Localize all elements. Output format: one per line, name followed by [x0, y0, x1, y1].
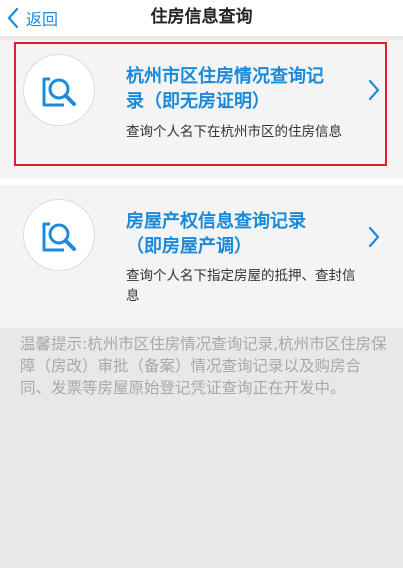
icon-badge [23, 199, 95, 271]
page-title: 住房信息查询 [150, 7, 253, 27]
tip-text: 温馨提示:杭州市区住房情况查询记录,杭州市区住房保障（房改）审批（备案）情况查询… [20, 335, 387, 397]
icon-badge [23, 54, 95, 126]
chevron-right-icon [368, 226, 380, 248]
navigation-bar: 返回 住房信息查询 [0, 0, 403, 36]
housing-record-query-item[interactable]: 杭州市区住房情况查询记 录（即无房证明） 查询个人名下在杭州市区的住房信息 [0, 40, 403, 178]
divider [0, 178, 403, 185]
chevron-right-icon [368, 79, 380, 101]
option-title: 房屋产权信息查询记录 （即房屋产调） [126, 211, 306, 257]
option-title: 杭州市区住房情况查询记 录（即无房证明） [126, 66, 324, 112]
option-description: 查询个人名下在杭州市区的住房信息 [126, 124, 342, 140]
property-rights-query-item[interactable]: 房屋产权信息查询记录 （即房屋产调） 查询个人名下指定房屋的抵押、查封信息 [0, 185, 403, 328]
search-document-icon [42, 77, 76, 107]
option-description: 查询个人名下指定房屋的抵押、查封信息 [126, 268, 356, 304]
search-document-icon [42, 222, 76, 252]
